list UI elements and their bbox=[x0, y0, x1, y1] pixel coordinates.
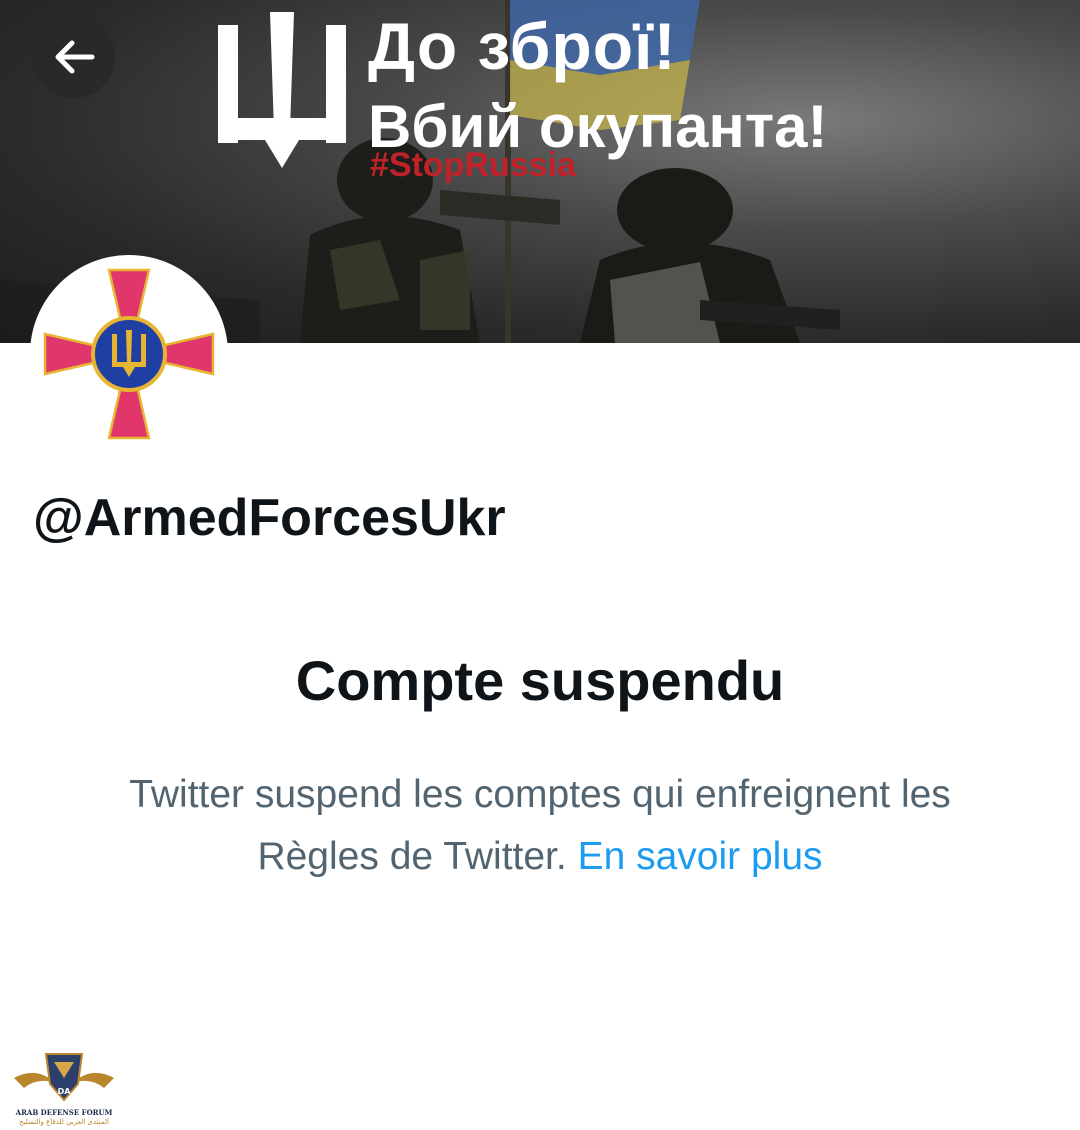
ukraine-armed-forces-emblem-icon bbox=[43, 268, 215, 440]
watermark-text-english: ARAB DEFENSE FORUM bbox=[15, 1108, 113, 1117]
watermark-text-arabic: المنتدى العربي للدفاع والتسليح bbox=[19, 1118, 109, 1126]
avatar[interactable] bbox=[30, 255, 228, 453]
shield-wings-logo-icon: DA bbox=[14, 1053, 114, 1102]
learn-more-link[interactable]: En savoir plus bbox=[578, 835, 823, 878]
suspension-title: Compte suspendu bbox=[295, 649, 785, 712]
suspension-message-text: Twitter suspend les comptes qui enfreign… bbox=[129, 773, 951, 878]
suspension-message: Twitter suspend les comptes qui enfreign… bbox=[90, 764, 990, 888]
watermark-logo-letters: DA bbox=[58, 1087, 72, 1096]
profile-handle: @ArmedForcesUkr bbox=[33, 489, 506, 547]
back-button[interactable] bbox=[33, 16, 115, 98]
banner-title-line1: До зброї! bbox=[368, 9, 677, 83]
banner-hashtag: #StopRussia bbox=[370, 146, 576, 184]
watermark-logo: DA ARAB DEFENSE FORUM المنتدى العربي للد… bbox=[6, 1048, 114, 1128]
arrow-left-icon bbox=[55, 40, 95, 74]
